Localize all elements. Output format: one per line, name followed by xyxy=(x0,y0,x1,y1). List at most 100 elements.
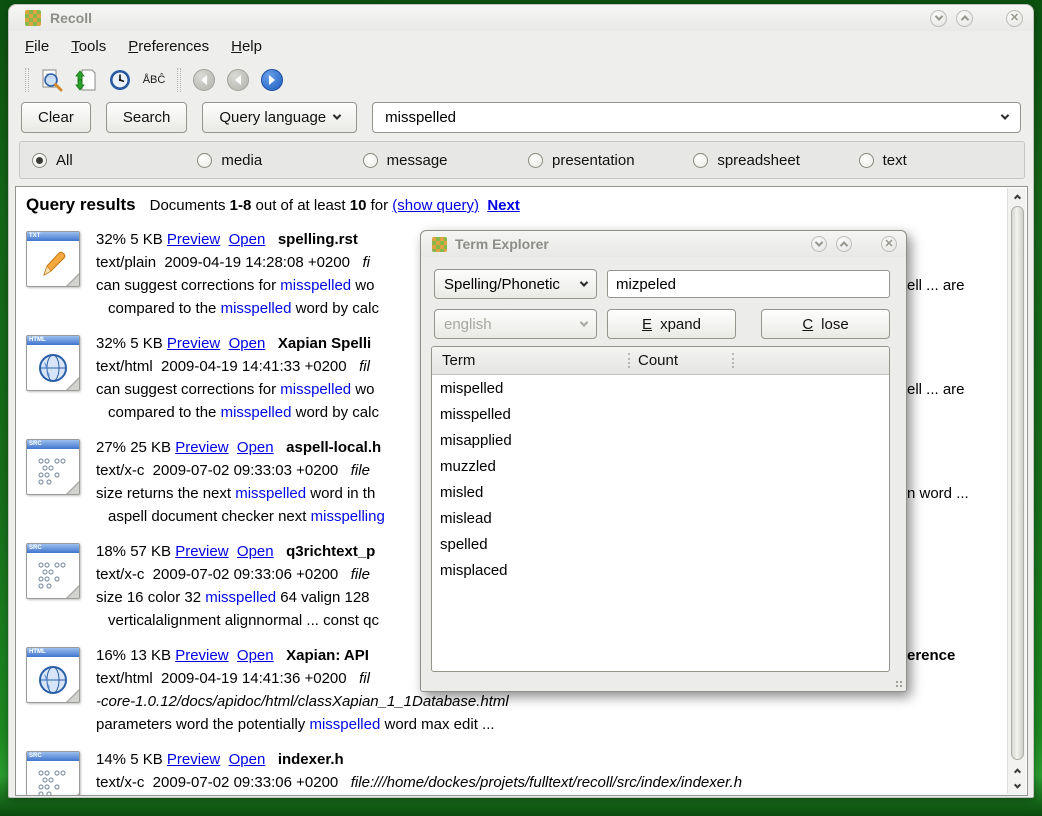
file-type-label: SRC xyxy=(27,440,79,449)
text-segment: q3richtext_p xyxy=(286,543,375,560)
chevron-down-icon xyxy=(333,111,341,119)
minimize-button[interactable] xyxy=(930,10,947,27)
close-button[interactable]: ✕ xyxy=(881,236,897,252)
result-link[interactable]: Preview xyxy=(175,543,228,560)
menu-tools[interactable]: Tools xyxy=(71,38,106,55)
result-link[interactable]: Next xyxy=(487,197,520,214)
term-input[interactable]: mizpeled xyxy=(607,270,890,298)
result-link[interactable]: Preview xyxy=(167,751,220,768)
term-cell[interactable]: misled xyxy=(432,484,628,501)
result-link[interactable]: Open xyxy=(237,439,274,456)
text-segment: Xapian: API xyxy=(286,647,373,664)
term-row[interactable]: mislead xyxy=(432,505,889,531)
column-header-count[interactable]: Count xyxy=(628,352,678,369)
result-link[interactable]: Preview xyxy=(175,647,228,664)
term-row[interactable]: misplaced xyxy=(432,557,889,583)
text-segment: verticalalignment alignnormal ... const … xyxy=(108,612,379,629)
results-summary: Documents 1-8 out of at least 10 for (sh… xyxy=(150,197,520,214)
search-button[interactable]: Search xyxy=(106,102,188,133)
maximize-button[interactable] xyxy=(836,236,852,252)
maximize-button[interactable] xyxy=(956,10,973,27)
radio-icon[interactable] xyxy=(693,153,708,168)
result-text-fragment: n word ... xyxy=(907,482,969,505)
text-segment: for xyxy=(366,197,392,214)
term-cell[interactable]: mislead xyxy=(432,510,628,527)
chevron-down-icon[interactable] xyxy=(1001,111,1009,119)
folded-corner xyxy=(67,690,80,703)
next-page-icon[interactable] xyxy=(258,66,286,94)
result-link[interactable]: Open xyxy=(237,543,274,560)
sort-icon[interactable] xyxy=(72,66,100,94)
term-row[interactable]: misled xyxy=(432,479,889,505)
radio-icon[interactable] xyxy=(363,153,378,168)
text-segment: erence xyxy=(907,647,955,664)
result-link[interactable]: Open xyxy=(229,231,266,248)
result-link[interactable]: Preview xyxy=(167,335,220,352)
close-button[interactable]: ✕ xyxy=(1006,10,1023,27)
filter-all[interactable]: All xyxy=(32,152,197,169)
term-cell[interactable]: muzzled xyxy=(432,458,628,475)
radio-icon[interactable] xyxy=(32,153,47,168)
result-icon-column: HTML xyxy=(26,644,96,736)
radio-icon[interactable] xyxy=(859,153,874,168)
minimize-button[interactable] xyxy=(811,236,827,252)
result-link[interactable]: Open xyxy=(237,647,274,664)
search-input[interactable]: misspelled xyxy=(372,102,1021,133)
result-link[interactable]: Open xyxy=(229,751,266,768)
close-dialog-button[interactable]: Close xyxy=(761,309,890,339)
result-link[interactable]: (show query) xyxy=(392,197,479,214)
result-line: 32% 5 KB Preview Open spelling.rst xyxy=(96,228,379,251)
results-scrollbar[interactable] xyxy=(1007,188,1026,794)
term-row[interactable]: misspelled xyxy=(432,401,889,427)
expand-button[interactable]: Expand xyxy=(607,309,736,339)
menu-preferences[interactable]: Preferences xyxy=(128,38,209,55)
history-icon[interactable] xyxy=(106,66,134,94)
spellcheck-icon[interactable]: ÅBĈ xyxy=(140,66,168,94)
term-cell[interactable]: misspelled xyxy=(432,406,628,423)
dialog-titlebar[interactable]: Term Explorer ✕ xyxy=(421,231,906,257)
radio-icon[interactable] xyxy=(528,153,543,168)
text-segment: Documents xyxy=(150,197,230,214)
result-link[interactable]: Preview xyxy=(175,439,228,456)
scroll-up-icon[interactable] xyxy=(1008,762,1026,778)
menu-file[interactable]: File xyxy=(25,38,49,55)
filter-message[interactable]: message xyxy=(363,152,528,169)
scroll-down-icon[interactable] xyxy=(1008,778,1026,794)
filter-media[interactable]: media xyxy=(197,152,362,169)
text-segment: fil xyxy=(359,358,370,375)
term-cell[interactable]: misapplied xyxy=(432,432,628,449)
query-language-dropdown[interactable]: Query language xyxy=(202,102,357,133)
term-table-header[interactable]: Term Count xyxy=(432,347,889,375)
radio-icon[interactable] xyxy=(197,153,212,168)
column-header-term[interactable]: Term xyxy=(432,352,628,369)
column-resize-handle[interactable] xyxy=(628,353,630,368)
term-cell[interactable]: spelled xyxy=(432,536,628,553)
filter-presentation[interactable]: presentation xyxy=(528,152,693,169)
file-type-label: SRC xyxy=(27,544,79,553)
menu-help[interactable]: Help xyxy=(231,38,262,55)
clear-search-icon[interactable] xyxy=(38,66,66,94)
term-row[interactable]: spelled xyxy=(432,531,889,557)
term-row[interactable]: misapplied xyxy=(432,427,889,453)
term-cell[interactable]: mispelled xyxy=(432,380,628,397)
term-cell[interactable]: misplaced xyxy=(432,562,628,579)
clear-button[interactable]: Clear xyxy=(21,102,91,133)
titlebar[interactable]: Recoll ✕ xyxy=(9,5,1033,31)
column-resize-handle[interactable] xyxy=(732,353,734,368)
filter-spreadsheet[interactable]: spreadsheet xyxy=(693,152,858,169)
scrollbar-thumb[interactable] xyxy=(1011,206,1024,760)
match-type-dropdown[interactable]: Spelling/Phonetic xyxy=(434,269,597,299)
text-segment xyxy=(229,439,237,456)
src-file-icon: SRC xyxy=(26,543,80,599)
text-segment: 10 xyxy=(350,197,367,214)
text-segment: fil xyxy=(359,670,370,687)
scroll-up-icon[interactable] xyxy=(1008,188,1026,204)
filter-text[interactable]: text xyxy=(859,152,1024,169)
result-link[interactable]: Open xyxy=(229,335,266,352)
text-segment xyxy=(274,543,287,560)
result-link[interactable]: Preview xyxy=(167,231,220,248)
text-segment: file:///home/dockes/projets/fulltext/rec… xyxy=(351,774,742,791)
term-row[interactable]: muzzled xyxy=(432,453,889,479)
term-row[interactable]: mispelled xyxy=(432,375,889,401)
resize-grip[interactable] xyxy=(895,680,903,688)
